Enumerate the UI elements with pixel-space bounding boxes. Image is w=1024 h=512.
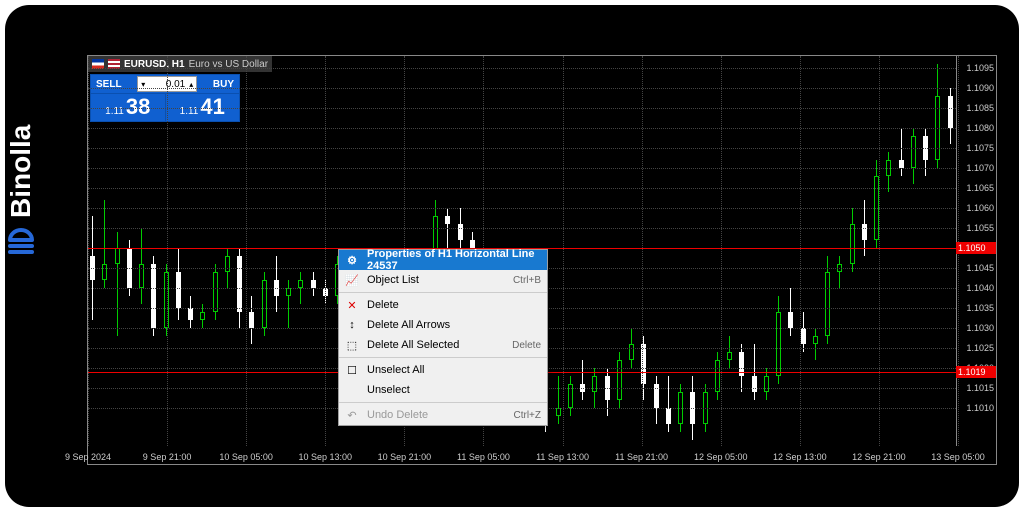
candle bbox=[666, 376, 671, 432]
y-tick: 1.1040 bbox=[966, 283, 994, 293]
candle bbox=[102, 200, 107, 288]
x-tick: 9 Sep 2024 bbox=[65, 452, 111, 462]
menu-item[interactable]: 📈 Object List Ctrl+B bbox=[339, 270, 547, 290]
y-tick: 1.1060 bbox=[966, 203, 994, 213]
y-tick: 1.1045 bbox=[966, 263, 994, 273]
menu-shortcut: Delete bbox=[512, 340, 541, 351]
y-tick: 1.1025 bbox=[966, 343, 994, 353]
candle bbox=[249, 296, 254, 344]
y-axis: 1.10101.10151.10201.10251.10301.10351.10… bbox=[956, 56, 996, 446]
menu-icon: ⬚ bbox=[345, 338, 359, 352]
candle bbox=[654, 376, 659, 424]
menu-label: Delete All Selected bbox=[367, 339, 504, 351]
candle bbox=[801, 312, 806, 352]
candle bbox=[617, 352, 622, 408]
menu-icon: ↶ bbox=[345, 408, 359, 422]
candle bbox=[274, 256, 279, 312]
menu-label: Properties of H1 Horizontal Line 24537 bbox=[367, 248, 541, 272]
chart-window: EURUSD, H1 Euro vs US Dollar SELL ▾ 0.01… bbox=[87, 55, 997, 465]
menu-label: Delete All Arrows bbox=[367, 319, 541, 331]
x-tick: 13 Sep 05:00 bbox=[931, 452, 985, 462]
menu-icon: 📈 bbox=[345, 273, 359, 287]
candle bbox=[580, 360, 585, 400]
x-tick: 11 Sep 21:00 bbox=[615, 452, 668, 462]
menu-icon: ☐ bbox=[345, 363, 359, 377]
candle bbox=[715, 352, 720, 400]
candle bbox=[176, 248, 181, 320]
menu-label: Unselect All bbox=[367, 364, 541, 376]
y-tick: 1.1075 bbox=[966, 143, 994, 153]
candle bbox=[911, 128, 916, 184]
candle bbox=[935, 64, 940, 168]
candle bbox=[837, 256, 842, 288]
menu-separator bbox=[339, 402, 547, 403]
x-tick: 10 Sep 21:00 bbox=[378, 452, 432, 462]
candle bbox=[825, 256, 830, 344]
candle bbox=[213, 264, 218, 320]
menu-item[interactable]: ☐ Unselect All bbox=[339, 360, 547, 380]
x-tick: 12 Sep 21:00 bbox=[852, 452, 906, 462]
y-tick: 1.1015 bbox=[966, 383, 994, 393]
x-tick: 10 Sep 05:00 bbox=[219, 452, 273, 462]
y-tick: 1.1055 bbox=[966, 223, 994, 233]
candle bbox=[556, 376, 561, 424]
y-tick: 1.1095 bbox=[966, 63, 994, 73]
menu-separator bbox=[339, 357, 547, 358]
hline-price-label: 1.1019 bbox=[956, 366, 996, 378]
candle bbox=[262, 272, 267, 336]
y-tick: 1.1090 bbox=[966, 83, 994, 93]
menu-item: ↶ Undo Delete Ctrl+Z bbox=[339, 405, 547, 425]
y-tick: 1.1080 bbox=[966, 123, 994, 133]
candle bbox=[311, 272, 316, 296]
context-menu: ⚙Properties of H1 Horizontal Line 24537📈… bbox=[338, 249, 548, 426]
x-tick: 12 Sep 05:00 bbox=[694, 452, 748, 462]
brand-name: Binolla bbox=[5, 125, 37, 218]
menu-label: Unselect bbox=[367, 384, 541, 396]
app-frame: Binolla EURUSD, H1 Euro vs US Dollar SEL… bbox=[5, 5, 1019, 507]
candle bbox=[727, 336, 732, 368]
brand-logo-icon bbox=[6, 226, 36, 256]
menu-shortcut: Ctrl+B bbox=[513, 275, 541, 286]
x-axis: 9 Sep 20249 Sep 21:0010 Sep 05:0010 Sep … bbox=[88, 446, 956, 464]
x-tick: 11 Sep 05:00 bbox=[457, 452, 510, 462]
hline-price-label: 1.1050 bbox=[956, 242, 996, 254]
y-tick: 1.1035 bbox=[966, 303, 994, 313]
menu-label: Undo Delete bbox=[367, 409, 506, 421]
menu-item[interactable]: ↕ Delete All Arrows bbox=[339, 315, 547, 335]
menu-shortcut: Ctrl+Z bbox=[514, 410, 542, 421]
x-tick: 11 Sep 13:00 bbox=[536, 452, 589, 462]
y-tick: 1.1065 bbox=[966, 183, 994, 193]
candle bbox=[188, 296, 193, 328]
candle bbox=[813, 328, 818, 360]
y-tick: 1.1010 bbox=[966, 403, 994, 413]
menu-item[interactable]: Unselect bbox=[339, 380, 547, 400]
menu-item[interactable]: ⬚ Delete All Selected Delete bbox=[339, 335, 547, 355]
menu-icon: ✕ bbox=[345, 298, 359, 312]
candle bbox=[776, 296, 781, 384]
candle bbox=[886, 152, 891, 192]
brand: Binolla bbox=[5, 125, 37, 256]
menu-label: Object List bbox=[367, 274, 505, 286]
menu-icon: ⚙ bbox=[345, 253, 359, 267]
menu-label: Delete bbox=[367, 299, 541, 311]
y-tick: 1.1085 bbox=[966, 103, 994, 113]
menu-icon: ↕ bbox=[345, 318, 359, 332]
x-tick: 12 Sep 13:00 bbox=[773, 452, 827, 462]
menu-icon bbox=[345, 383, 359, 397]
menu-item[interactable]: ✕ Delete bbox=[339, 295, 547, 315]
x-tick: 9 Sep 21:00 bbox=[143, 452, 192, 462]
candle bbox=[139, 228, 144, 304]
y-tick: 1.1030 bbox=[966, 323, 994, 333]
candle bbox=[568, 376, 573, 416]
candle bbox=[850, 208, 855, 272]
candle bbox=[948, 88, 953, 144]
menu-item[interactable]: ⚙ Properties of H1 Horizontal Line 24537 bbox=[339, 250, 547, 270]
menu-separator bbox=[339, 292, 547, 293]
x-tick: 10 Sep 13:00 bbox=[298, 452, 352, 462]
y-tick: 1.1070 bbox=[966, 163, 994, 173]
